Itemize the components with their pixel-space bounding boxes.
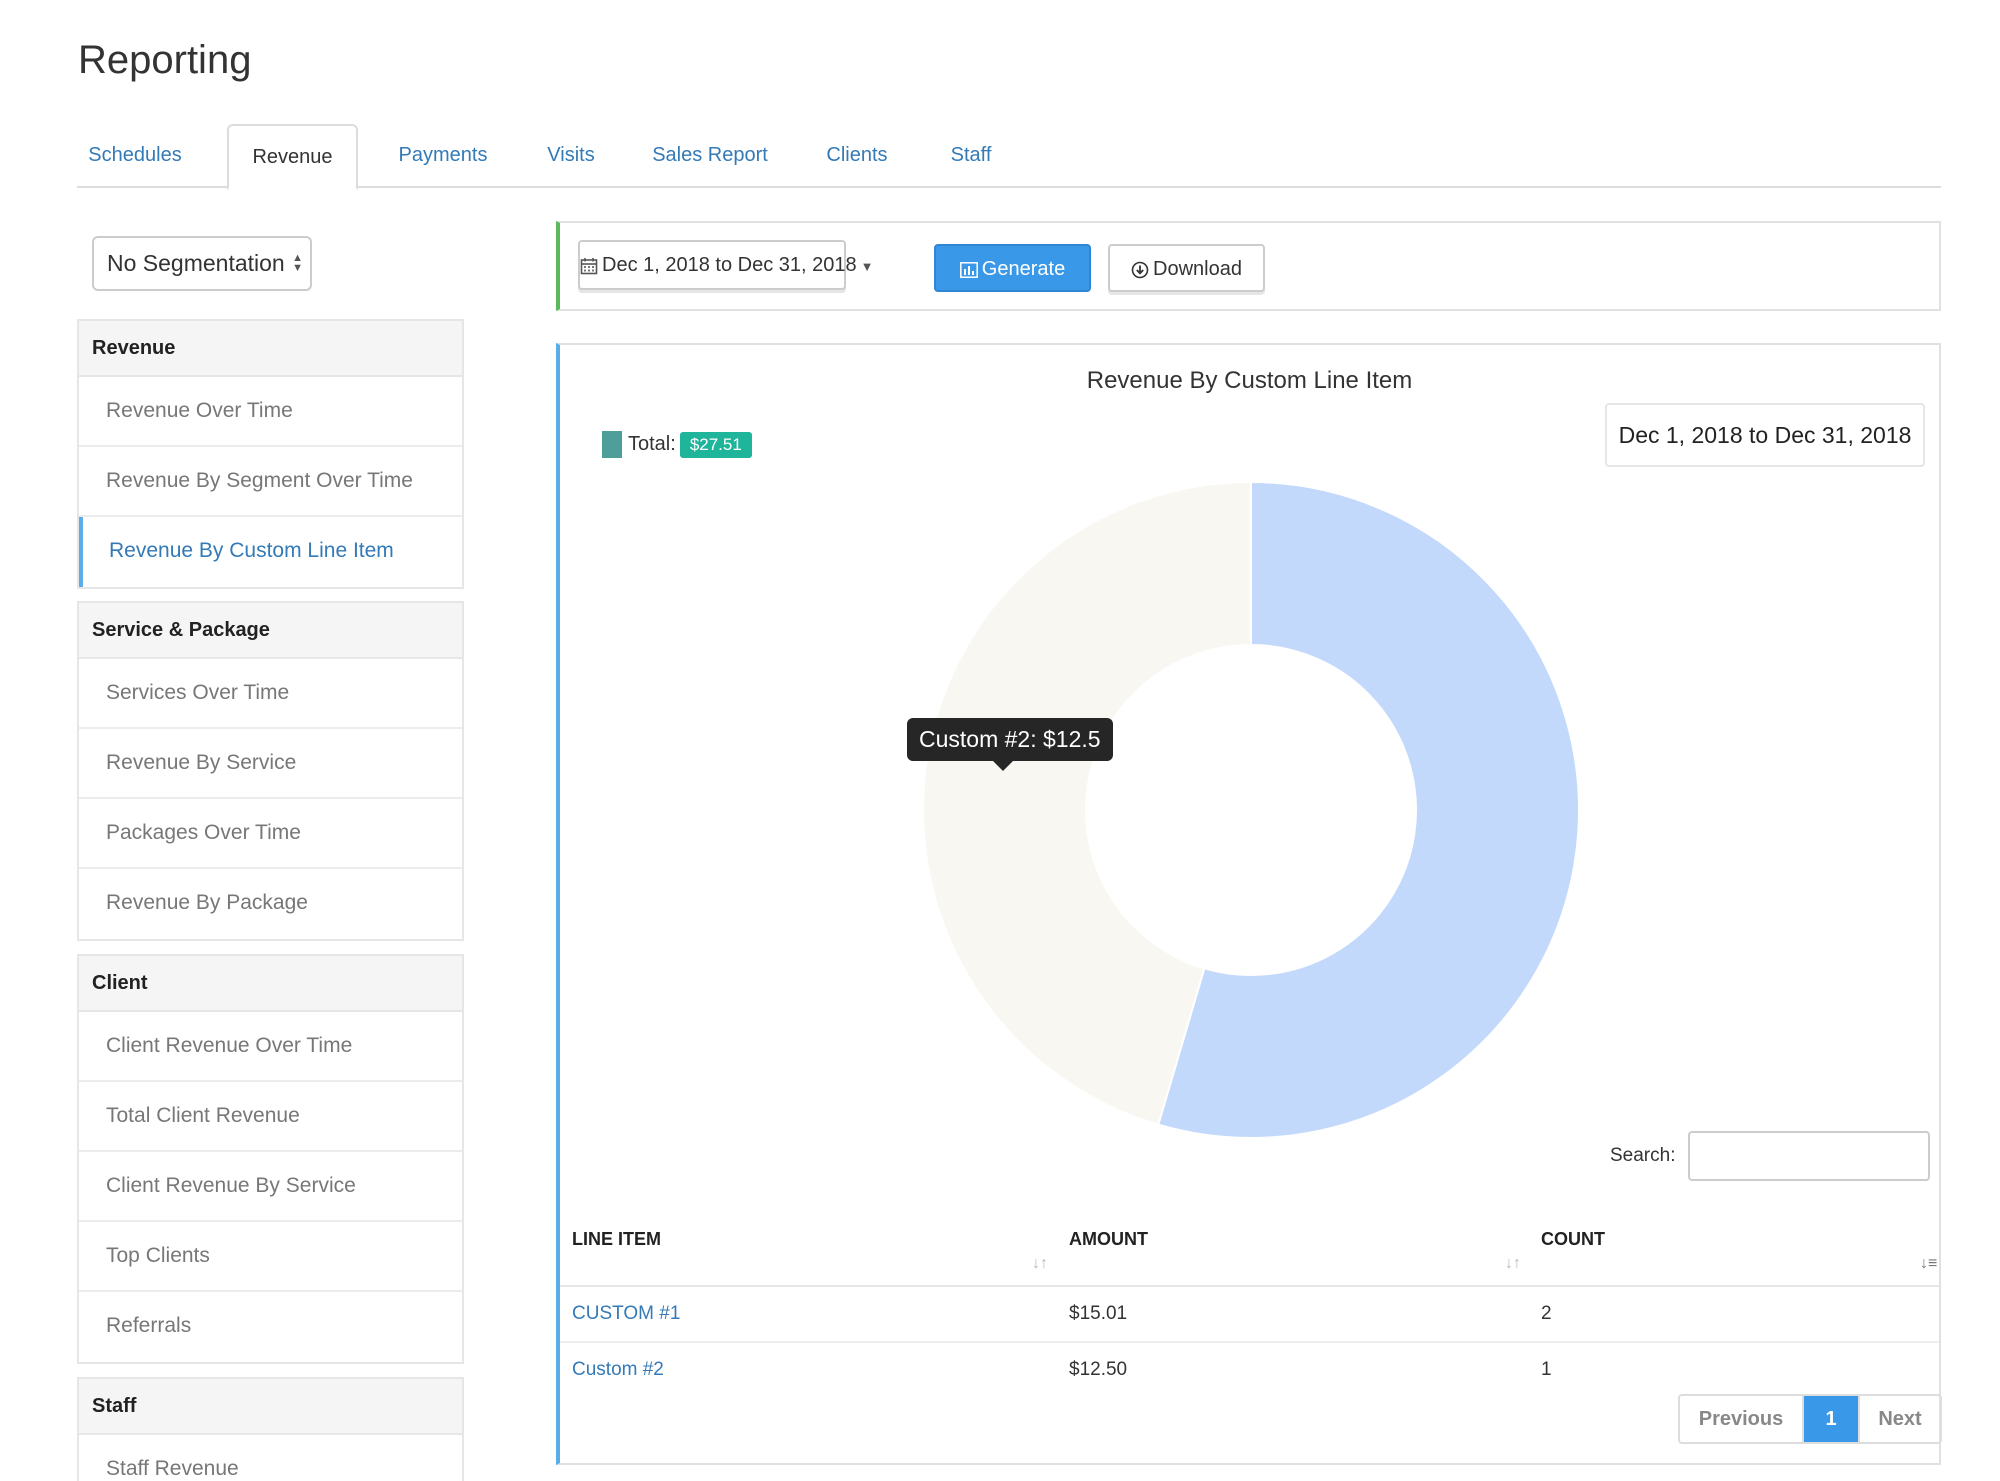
report-tabs: Schedules Revenue Payments Visits Sales … [77,124,1941,190]
page-1-button[interactable]: 1 [1804,1396,1858,1442]
chart-legend: Total: $27.51 [602,431,752,458]
donut-chart [922,480,1580,1139]
nav-group-client: Client Client Revenue Over Time Total Cl… [77,954,464,1364]
nav-item-packages-over-time[interactable]: Packages Over Time [79,799,462,869]
calendar-icon [580,257,598,275]
date-range-button[interactable]: Dec 1, 2018 to Dec 31, 2018 ▼ [578,240,874,290]
select-arrows-icon: ▲ ▼ [292,252,303,274]
nav-group-title: Client [79,956,462,1012]
nav-item-revenue-by-segment-over-time[interactable]: Revenue By Segment Over Time [79,447,462,517]
legend-swatch [602,431,622,458]
chart-title: Revenue By Custom Line Item [1086,367,1413,394]
nav-item-revenue-over-time[interactable]: Revenue Over Time [79,377,462,447]
pagination: Previous 1 Next [1678,1394,1942,1444]
table-row[interactable]: Custom #2 $12.50 1 [560,1343,1939,1399]
table-header: LINE ITEM ↓↑ AMOUNT ↓↑ COUNT ↓≡ [560,1207,1939,1287]
nav-group-staff: Staff Staff Revenue [77,1377,464,1481]
column-header-count[interactable]: COUNT [1541,1229,1605,1250]
search-label: Search: [1610,1145,1676,1166]
download-circle-icon [1131,261,1149,279]
tab-schedules[interactable]: Schedules [77,124,193,188]
generate-button[interactable]: Generate [934,244,1091,292]
tab-visits[interactable]: Visits [529,124,613,188]
total-badge: $27.51 [679,431,752,458]
nav-item-revenue-by-package[interactable]: Revenue By Package [79,869,462,939]
date-range-label: Dec 1, 2018 to Dec 31, 2018 [602,254,857,276]
tab-revenue[interactable]: Revenue [227,124,358,190]
tab-sales-report[interactable]: Sales Report [637,124,783,188]
nav-item-staff-revenue[interactable]: Staff Revenue [79,1435,462,1481]
previous-page-button[interactable]: Previous [1680,1396,1804,1442]
page-title: Reporting [78,38,252,82]
cell-line-item: Custom #2 [572,1359,664,1380]
segmentation-select[interactable]: No Segmentation ▲ ▼ [92,236,312,291]
nav-item-services-over-time[interactable]: Services Over Time [79,659,462,729]
nav-item-top-clients[interactable]: Top Clients [79,1222,462,1292]
nav-group-title: Revenue [79,321,462,377]
nav-group-title: Staff [79,1379,462,1435]
table-row[interactable]: CUSTOM #1 $15.01 2 [560,1287,1939,1343]
sort-desc-icon[interactable]: ↓≡ [1920,1255,1937,1273]
report-toolbar: Dec 1, 2018 to Dec 31, 2018 ▼ Generate Do… [556,221,1941,311]
nav-group-service-package: Service & Package Services Over Time Rev… [77,601,464,941]
sort-icon[interactable]: ↓↑ [1032,1255,1048,1273]
download-label: Download [1153,258,1242,280]
nav-group-revenue: Revenue Revenue Over Time Revenue By Seg… [77,319,464,589]
date-range-badge: Dec 1, 2018 to Dec 31, 2018 [1605,403,1925,467]
bar-chart-icon [959,261,978,278]
nav-item-client-revenue-by-service[interactable]: Client Revenue By Service [79,1152,462,1222]
search-input[interactable] [1688,1131,1930,1181]
generate-label: Generate [981,258,1066,280]
nav-item-total-client-revenue[interactable]: Total Client Revenue [79,1082,462,1152]
nav-item-revenue-by-custom-line-item[interactable]: Revenue By Custom Line Item [79,517,462,587]
sort-icon[interactable]: ↓↑ [1505,1255,1521,1273]
column-header-amount[interactable]: AMOUNT [1069,1229,1148,1250]
column-header-line-item[interactable]: LINE ITEM [572,1229,661,1250]
nav-item-referrals[interactable]: Referrals [79,1292,462,1362]
nav-item-client-revenue-over-time[interactable]: Client Revenue Over Time [79,1012,462,1082]
cell-line-item: CUSTOM #1 [572,1303,681,1324]
nav-group-title: Service & Package [79,603,462,659]
tab-staff[interactable]: Staff [932,124,1010,188]
cell-amount: $12.50 [1069,1359,1128,1380]
tab-payments[interactable]: Payments [382,124,504,188]
line-item-table: LINE ITEM ↓↑ AMOUNT ↓↑ COUNT ↓≡ CUSTOM #… [560,1207,1939,1399]
segmentation-value: No Segmentation [107,250,285,276]
cell-count: 2 [1541,1303,1552,1324]
caret-down-icon: ▼ [860,259,874,274]
report-panel: Revenue By Custom Line Item Total: $27.51… [556,343,1942,1465]
nav-item-revenue-by-service[interactable]: Revenue By Service [79,729,462,799]
next-page-button[interactable]: Next [1858,1396,1940,1442]
cell-count: 1 [1541,1359,1552,1380]
cell-amount: $15.01 [1069,1303,1128,1324]
tab-clients[interactable]: Clients [808,124,906,188]
download-button[interactable]: Download [1108,244,1265,292]
chart-tooltip: Custom #2: $12.5 [907,718,1113,771]
legend-label: Total: [628,433,676,455]
